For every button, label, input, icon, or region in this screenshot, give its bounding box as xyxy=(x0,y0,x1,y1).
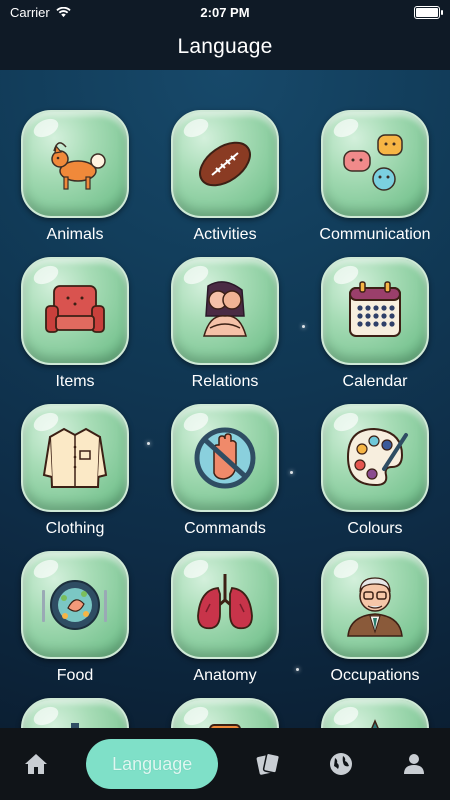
profile-icon xyxy=(403,754,424,774)
tile-button[interactable] xyxy=(21,257,129,365)
food-plate-icon xyxy=(42,580,107,630)
tile-label: Clothing xyxy=(45,520,105,537)
tab-profile[interactable] xyxy=(391,741,437,787)
tile-button[interactable] xyxy=(321,110,429,218)
tab-language-label: Language xyxy=(112,753,193,774)
status-bar: Carrier 2:07 PM xyxy=(0,0,450,24)
tile-label: Items xyxy=(55,373,95,390)
category-tile-commands[interactable]: Commands xyxy=(150,404,300,538)
cards-icon xyxy=(256,752,281,775)
category-tile-items[interactable]: Items xyxy=(0,257,150,391)
tab-language[interactable]: Language xyxy=(86,739,219,789)
tile-button[interactable] xyxy=(171,257,279,365)
tile-button[interactable] xyxy=(21,698,129,728)
category-grid[interactable]: Animals Activities Communication Items R… xyxy=(0,70,450,728)
tile-button[interactable] xyxy=(321,404,429,512)
category-tile-relations[interactable]: Relations xyxy=(150,257,300,391)
tab-bar: Language xyxy=(0,728,450,800)
tile-label: Colours xyxy=(347,520,403,537)
star-icon xyxy=(371,719,379,728)
football-icon xyxy=(199,141,251,187)
stop-hand-icon xyxy=(194,427,256,489)
dog-icon xyxy=(51,142,106,190)
stopwatch-icon xyxy=(71,723,79,728)
tile-button[interactable] xyxy=(21,110,129,218)
tile-button[interactable] xyxy=(171,551,279,659)
category-tile-communication[interactable]: Communication xyxy=(300,110,450,244)
tile-label: Relations xyxy=(191,373,259,390)
palette-icon xyxy=(346,427,408,487)
category-tile-clothing[interactable]: Clothing xyxy=(0,404,150,538)
globe-icon xyxy=(329,753,352,775)
tile-button[interactable] xyxy=(171,698,279,728)
tile-button[interactable] xyxy=(321,551,429,659)
tile-button[interactable] xyxy=(321,257,429,365)
tile-label: Calendar xyxy=(342,373,408,390)
page-title: Language xyxy=(177,35,273,58)
tile-button[interactable] xyxy=(171,404,279,512)
tile-button[interactable] xyxy=(171,110,279,218)
tile-label: Communication xyxy=(319,226,431,243)
navigation-bar: Language xyxy=(0,24,450,71)
hugging-people-icon xyxy=(203,281,247,337)
number-block-icon xyxy=(209,724,241,728)
wifi-icon xyxy=(56,6,71,17)
tile-button[interactable] xyxy=(21,551,129,659)
status-left: Carrier xyxy=(10,5,71,20)
tile-label: Animals xyxy=(46,226,104,243)
lungs-icon xyxy=(197,574,253,630)
tile-label: Occupations xyxy=(330,667,420,684)
category-tile-calendar[interactable]: Calendar xyxy=(300,257,450,391)
category-tile-partial-2[interactable] xyxy=(150,698,300,728)
tile-button[interactable] xyxy=(321,698,429,728)
tab-cards[interactable] xyxy=(245,741,291,787)
category-tile-colours[interactable]: Colours xyxy=(300,404,450,538)
tab-home[interactable] xyxy=(13,741,59,787)
shirt-icon xyxy=(42,427,108,488)
category-tile-anatomy[interactable]: Anatomy xyxy=(150,551,300,685)
category-tile-animals[interactable]: Animals xyxy=(0,110,150,244)
carrier-label: Carrier xyxy=(10,4,50,20)
tile-label: Commands xyxy=(184,520,266,537)
category-tile-food[interactable]: Food xyxy=(0,551,150,685)
category-tile-partial-1[interactable] xyxy=(0,698,150,728)
tile-button[interactable] xyxy=(21,404,129,512)
professor-icon xyxy=(347,577,403,637)
category-tile-activities[interactable]: Activities xyxy=(150,110,300,244)
category-tile-occupations[interactable]: Occupations xyxy=(300,551,450,685)
tile-label: Activities xyxy=(193,226,257,243)
tile-label: Anatomy xyxy=(193,667,257,684)
category-tile-partial-3[interactable] xyxy=(300,698,450,728)
tab-globe[interactable] xyxy=(318,741,364,787)
tile-label: Food xyxy=(56,667,94,684)
home-icon xyxy=(25,754,48,774)
armchair-icon xyxy=(45,285,105,333)
chat-bubbles-icon xyxy=(343,134,403,191)
battery-icon xyxy=(414,5,443,19)
calendar-icon xyxy=(349,281,401,337)
